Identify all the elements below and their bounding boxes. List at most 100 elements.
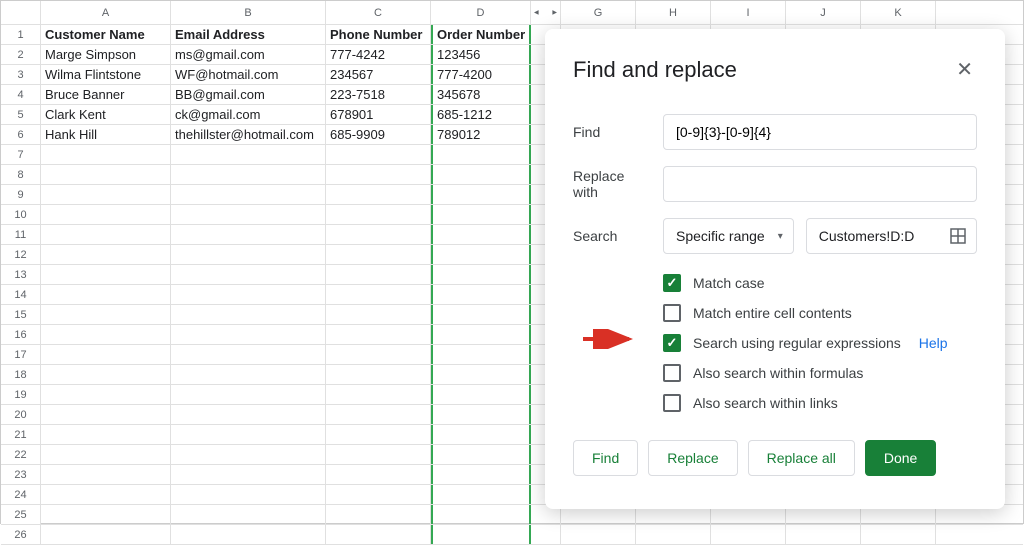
cell[interactable]: [326, 305, 431, 324]
cell[interactable]: WF@hotmail.com: [171, 65, 326, 84]
row-number[interactable]: 25: [1, 505, 41, 524]
row-number[interactable]: 19: [1, 385, 41, 404]
cell[interactable]: [41, 225, 171, 244]
cell[interactable]: [431, 185, 531, 204]
find-button[interactable]: Find: [573, 440, 638, 476]
cell[interactable]: Order Number: [431, 25, 531, 44]
help-link[interactable]: Help: [919, 335, 948, 351]
row-number[interactable]: 7: [1, 145, 41, 164]
row-number[interactable]: 16: [1, 325, 41, 344]
done-button[interactable]: Done: [865, 440, 936, 476]
cell[interactable]: [431, 325, 531, 344]
cell[interactable]: [431, 265, 531, 284]
cell[interactable]: 223-7518: [326, 85, 431, 104]
row-number[interactable]: 3: [1, 65, 41, 84]
cell[interactable]: 345678: [431, 85, 531, 104]
formulas-checkbox[interactable]: [663, 364, 681, 382]
row-number[interactable]: 12: [1, 245, 41, 264]
cell[interactable]: [171, 465, 326, 484]
row-number[interactable]: 9: [1, 185, 41, 204]
row-number[interactable]: 1: [1, 25, 41, 44]
cell[interactable]: [41, 385, 171, 404]
row-number[interactable]: 14: [1, 285, 41, 304]
cell[interactable]: [171, 245, 326, 264]
cell[interactable]: [326, 285, 431, 304]
cell[interactable]: [41, 145, 171, 164]
cell[interactable]: [41, 165, 171, 184]
range-input[interactable]: Customers!D:D: [806, 218, 977, 254]
cell[interactable]: [171, 385, 326, 404]
cell[interactable]: [171, 345, 326, 364]
close-icon[interactable]: ✕: [952, 53, 977, 86]
cell[interactable]: [171, 145, 326, 164]
cell[interactable]: [171, 305, 326, 324]
row-number[interactable]: 11: [1, 225, 41, 244]
col-header-A[interactable]: A: [41, 1, 171, 24]
cell[interactable]: [41, 345, 171, 364]
hidden-columns-indicator[interactable]: [531, 1, 561, 24]
cell[interactable]: [171, 225, 326, 244]
row-number[interactable]: 26: [1, 525, 41, 544]
col-header-J[interactable]: J: [786, 1, 861, 24]
cell[interactable]: [326, 205, 431, 224]
cell[interactable]: [431, 425, 531, 444]
cell[interactable]: ms@gmail.com: [171, 45, 326, 64]
row-number[interactable]: 24: [1, 485, 41, 504]
regex-checkbox[interactable]: [663, 334, 681, 352]
row-number[interactable]: 4: [1, 85, 41, 104]
cell[interactable]: 777-4242: [326, 45, 431, 64]
cell[interactable]: thehillster@hotmail.com: [171, 125, 326, 144]
cell[interactable]: 789012: [431, 125, 531, 144]
cell[interactable]: [41, 365, 171, 384]
cell[interactable]: [41, 525, 171, 544]
cell[interactable]: [431, 445, 531, 464]
cell[interactable]: 123456: [431, 45, 531, 64]
cell[interactable]: [41, 205, 171, 224]
search-scope-dropdown[interactable]: Specific range: [663, 218, 794, 254]
cell[interactable]: Phone Number: [326, 25, 431, 44]
cell[interactable]: [861, 525, 936, 544]
cell[interactable]: [431, 285, 531, 304]
cell[interactable]: [431, 505, 531, 524]
cell[interactable]: [41, 325, 171, 344]
cell[interactable]: [41, 425, 171, 444]
cell[interactable]: [561, 525, 636, 544]
cell[interactable]: [431, 525, 531, 544]
cell[interactable]: [431, 205, 531, 224]
cell[interactable]: [636, 525, 711, 544]
cell[interactable]: [431, 145, 531, 164]
cell[interactable]: [41, 185, 171, 204]
cell[interactable]: [41, 285, 171, 304]
cell[interactable]: [171, 525, 326, 544]
row-number[interactable]: 23: [1, 465, 41, 484]
cell[interactable]: [326, 185, 431, 204]
select-range-icon[interactable]: [950, 228, 966, 244]
cell[interactable]: 685-1212: [431, 105, 531, 124]
cell[interactable]: [41, 505, 171, 524]
cell[interactable]: [326, 525, 431, 544]
cell[interactable]: [326, 445, 431, 464]
cell[interactable]: [326, 485, 431, 504]
cell[interactable]: [41, 265, 171, 284]
col-header-B[interactable]: B: [171, 1, 326, 24]
cell[interactable]: [171, 485, 326, 504]
row-number[interactable]: 10: [1, 205, 41, 224]
row-number[interactable]: 5: [1, 105, 41, 124]
cell[interactable]: [326, 265, 431, 284]
replace-all-button[interactable]: Replace all: [748, 440, 855, 476]
cell[interactable]: Clark Kent: [41, 105, 171, 124]
match-case-checkbox[interactable]: [663, 274, 681, 292]
cell[interactable]: 777-4200: [431, 65, 531, 84]
cell[interactable]: 685-9909: [326, 125, 431, 144]
cell[interactable]: [326, 505, 431, 524]
cell[interactable]: [41, 465, 171, 484]
cell[interactable]: [431, 365, 531, 384]
cell[interactable]: [786, 525, 861, 544]
cell[interactable]: [171, 445, 326, 464]
row-number[interactable]: 8: [1, 165, 41, 184]
row-number[interactable]: 18: [1, 365, 41, 384]
cell[interactable]: [431, 165, 531, 184]
cell[interactable]: [431, 305, 531, 324]
cell[interactable]: [41, 305, 171, 324]
cell[interactable]: ck@gmail.com: [171, 105, 326, 124]
